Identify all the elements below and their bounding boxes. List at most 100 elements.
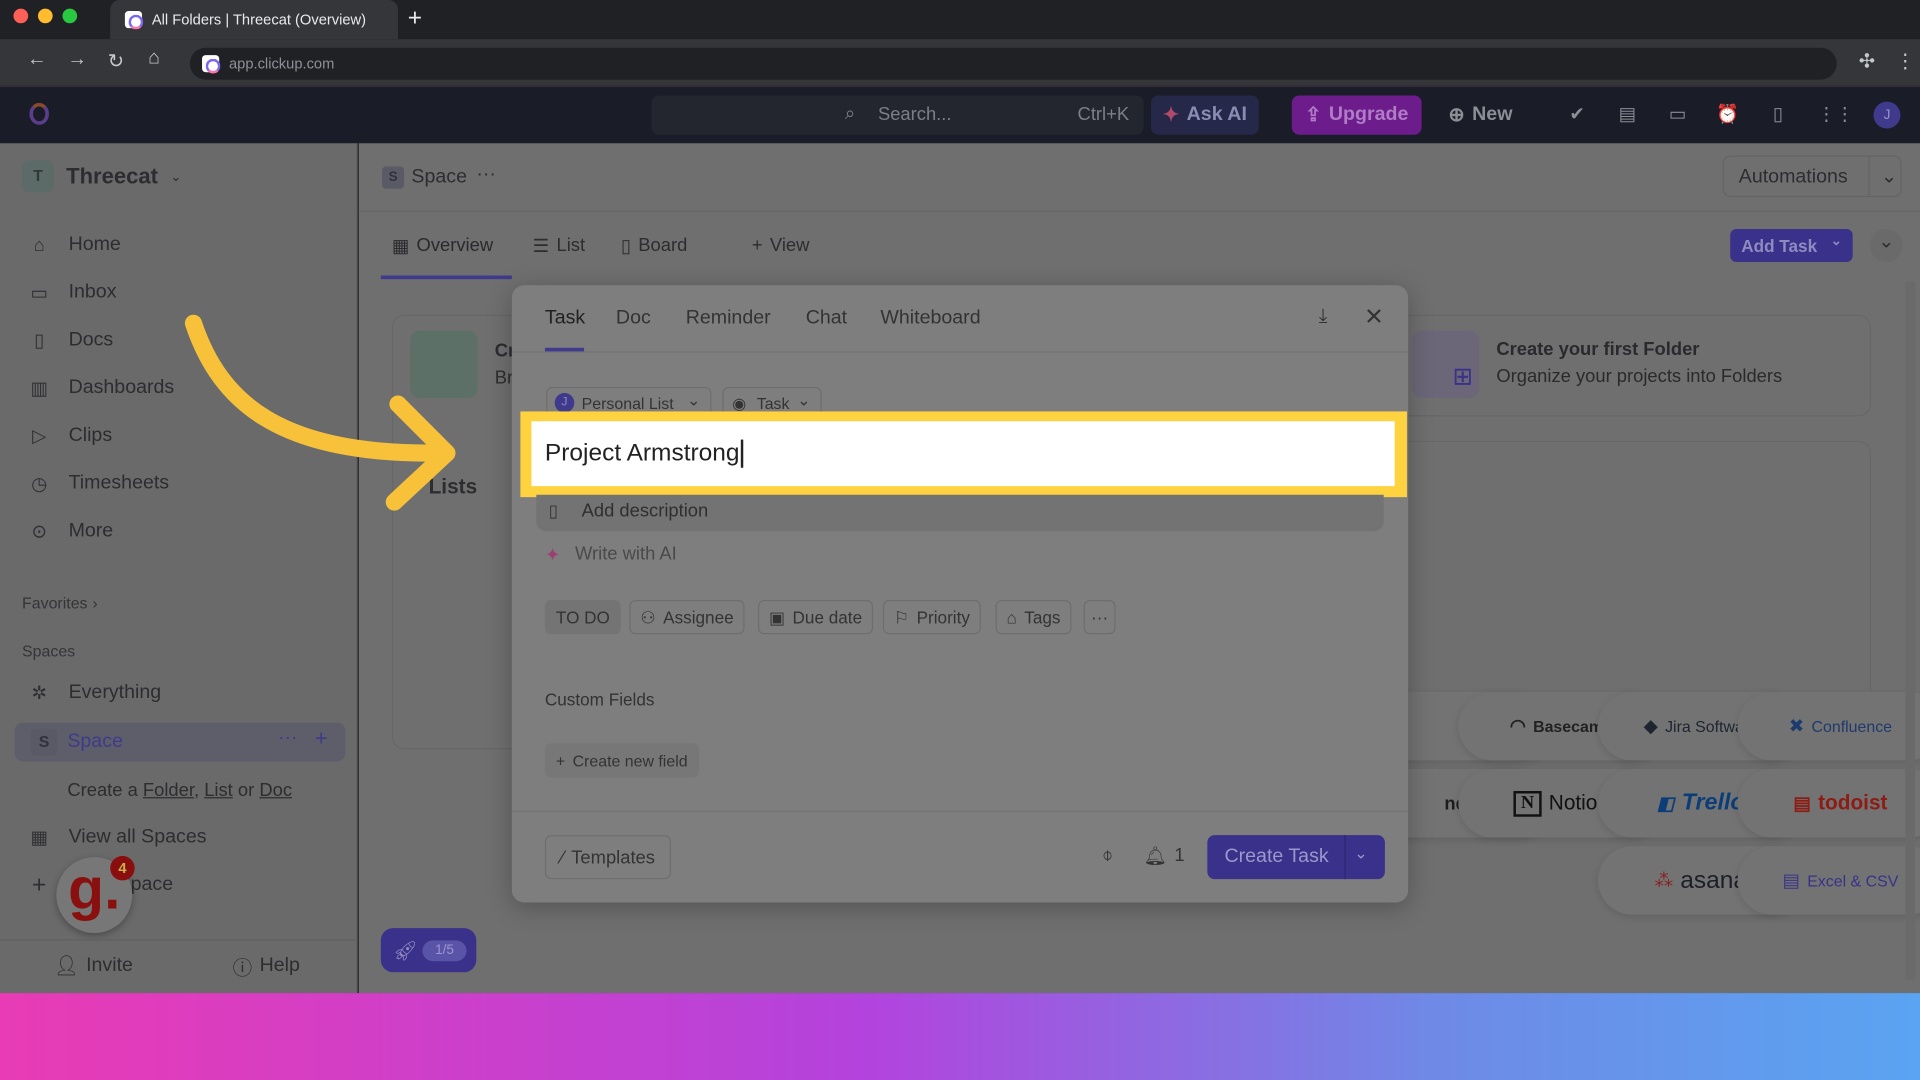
search-input[interactable]: ⌕ Search... Ctrl+K (651, 95, 1144, 135)
tab-overview[interactable]: ▦ Overview (392, 235, 493, 257)
divider (0, 939, 358, 941)
tab-list[interactable]: ☰ List (533, 235, 585, 257)
import-todoist[interactable]: ▤ todoist (1737, 768, 1920, 838)
search-icon: ⌕ (844, 102, 856, 124)
tab-label: Board (638, 235, 688, 256)
chevron-down-icon: ⌄ (797, 390, 811, 409)
reload-icon[interactable]: ↻ (108, 49, 124, 73)
task-name-input[interactable]: Project Armstrong (531, 421, 1395, 487)
inbox-icon: ▭ (30, 282, 48, 304)
due-date-chip[interactable]: ▣ Due date (757, 600, 874, 635)
browser-tab[interactable]: All Folders | Threecat (Overview) (110, 0, 398, 40)
jira-icon: ◆ (1643, 716, 1658, 738)
new-button[interactable]: ⊕ New (1440, 96, 1521, 135)
task-name-value: Project Armstrong (545, 439, 744, 468)
tab-doc[interactable]: Doc (616, 307, 651, 329)
clickup-logo-icon[interactable] (29, 102, 49, 125)
back-icon[interactable]: ← (27, 49, 47, 71)
tab-chat[interactable]: Chat (806, 307, 847, 329)
write-with-ai-button[interactable]: ✦ Write with AI (545, 544, 677, 566)
minimize-window-button[interactable] (37, 8, 53, 24)
priority-chip[interactable]: ⚐ Priority (882, 600, 981, 635)
chevron-down-icon: ⌄ (170, 169, 182, 185)
video-icon[interactable]: ▭ (1665, 103, 1689, 127)
create-field-button[interactable]: + Create new field (544, 743, 699, 778)
sparkle-icon: ✦ (1162, 105, 1180, 127)
alarm-icon[interactable]: ⏰ (1716, 103, 1740, 127)
sidebar-item-docs[interactable]: ▯ Docs (27, 326, 113, 355)
tab-whiteboard[interactable]: Whiteboard (880, 307, 980, 329)
more-options-icon[interactable]: ··· (476, 164, 496, 186)
description-field[interactable]: ▯ Add description (536, 494, 1384, 532)
breadcrumb-space[interactable]: Space (411, 167, 467, 189)
chevron-down-icon[interactable]: ⌄ (1354, 844, 1367, 864)
assignee-chip[interactable]: ⚇ Assignee (629, 600, 745, 635)
sidebar-item-home[interactable]: ⌂ Home (27, 230, 121, 259)
sidebar-item-label: View all Spaces (68, 826, 207, 848)
minimize-icon[interactable]: ⤓ (1319, 306, 1328, 328)
create-task-button[interactable]: Create Task ⌄ (1207, 835, 1385, 880)
create-folder-link[interactable]: Folder (143, 780, 194, 801)
more-options-icon[interactable]: ··· (278, 727, 298, 749)
favorites-section[interactable]: Favorites › (22, 588, 98, 617)
ask-ai-button[interactable]: ✦ Ask AI (1151, 95, 1259, 135)
sidebar-item-label: Everything (68, 682, 162, 703)
upgrade-button[interactable]: ⇪ Upgrade (1291, 95, 1422, 135)
reminder-button[interactable]: 🔔︎ 1 (1144, 845, 1185, 867)
close-icon[interactable]: ✕ (1364, 304, 1383, 332)
attachment-icon[interactable]: ⌽ (1102, 845, 1113, 866)
sidebar-item-space[interactable]: S Space ··· + (14, 722, 346, 762)
chevron-right-icon: › (92, 593, 98, 612)
home-icon[interactable]: ⌂ (148, 48, 160, 70)
tab-task[interactable]: Task (545, 307, 585, 329)
sidebar-item-inbox[interactable]: ▭ Inbox (27, 278, 116, 307)
invite-button[interactable]: 👤︎ Invite (54, 951, 133, 980)
automations-button[interactable]: Automations ⌄ (1722, 155, 1902, 198)
scrollbar[interactable] (1905, 281, 1916, 980)
help-button[interactable]: ⓘ Help (233, 951, 300, 980)
create-list-link[interactable]: List (204, 780, 233, 801)
more-options-button[interactable]: ··· (1083, 600, 1116, 635)
dashboard-icon: ▥ (30, 378, 48, 400)
apps-grid-icon[interactable]: ⋮⋮ (1817, 103, 1854, 127)
chip-label: Due date (792, 607, 863, 627)
templates-button[interactable]: ⁄ Templates (544, 835, 671, 880)
create-doc-link[interactable]: Doc (259, 780, 292, 801)
new-tab-button[interactable]: + (408, 5, 422, 33)
maximize-window-button[interactable] (62, 8, 78, 24)
import-excel-csv[interactable]: ▤ Excel & CSV (1737, 846, 1920, 915)
add-icon[interactable]: + (315, 726, 328, 752)
onboarding-button[interactable]: 🚀︎ 1/5 (380, 928, 477, 973)
tab-board[interactable]: ▯ Board (621, 235, 687, 257)
add-task-button[interactable]: Add Task ⌄ (1730, 228, 1853, 263)
sidebar-item-dashboards[interactable]: ▥ Dashboards (27, 373, 174, 402)
tags-chip[interactable]: ⌂ Tags (995, 600, 1072, 635)
chevron-down-icon[interactable]: ⌄ (1881, 164, 1897, 188)
chevron-down-icon[interactable]: ⌄ (1831, 233, 1842, 249)
sidebar-item-clips[interactable]: ▷ Clips (27, 421, 112, 450)
collapse-button[interactable]: ⌄ (1869, 228, 1903, 263)
search-shortcut: Ctrl+K (1077, 104, 1130, 125)
sidebar-item-timesheets[interactable]: ◷ Timesheets (27, 469, 169, 498)
browser-menu-icon[interactable]: ⋮ (1896, 49, 1916, 73)
sidebar-item-everything[interactable]: ✲ Everything (27, 678, 161, 707)
tab-reminder[interactable]: Reminder (686, 307, 771, 329)
avatar[interactable]: J (1873, 101, 1901, 129)
sidebar-item-more[interactable]: ⊙ More (27, 517, 113, 546)
tab-label: Overview (416, 235, 494, 256)
add-view-button[interactable]: + View (752, 235, 810, 256)
forward-icon[interactable]: → (67, 49, 87, 71)
flag-icon: ⚐ (893, 606, 910, 627)
close-window-button[interactable] (13, 8, 29, 24)
import-confluence[interactable]: ✖ Confluence (1737, 691, 1920, 761)
workspace-switcher[interactable]: T Threecat ⌄ (22, 160, 182, 193)
sidebar-item-label: Timesheets (68, 472, 170, 494)
check-circle-icon[interactable]: ✔ (1565, 103, 1589, 127)
notepad-icon[interactable]: ▤ (1615, 103, 1639, 127)
logo-label: todoist (1818, 791, 1888, 815)
document-icon[interactable]: ▯ (1766, 103, 1790, 127)
view-all-spaces[interactable]: ▦ View all Spaces (27, 823, 207, 852)
address-bar[interactable]: app.clickup.com (189, 47, 1837, 80)
extensions-icon[interactable]: ✣ (1859, 49, 1875, 73)
status-chip[interactable]: TO DO (544, 600, 621, 635)
